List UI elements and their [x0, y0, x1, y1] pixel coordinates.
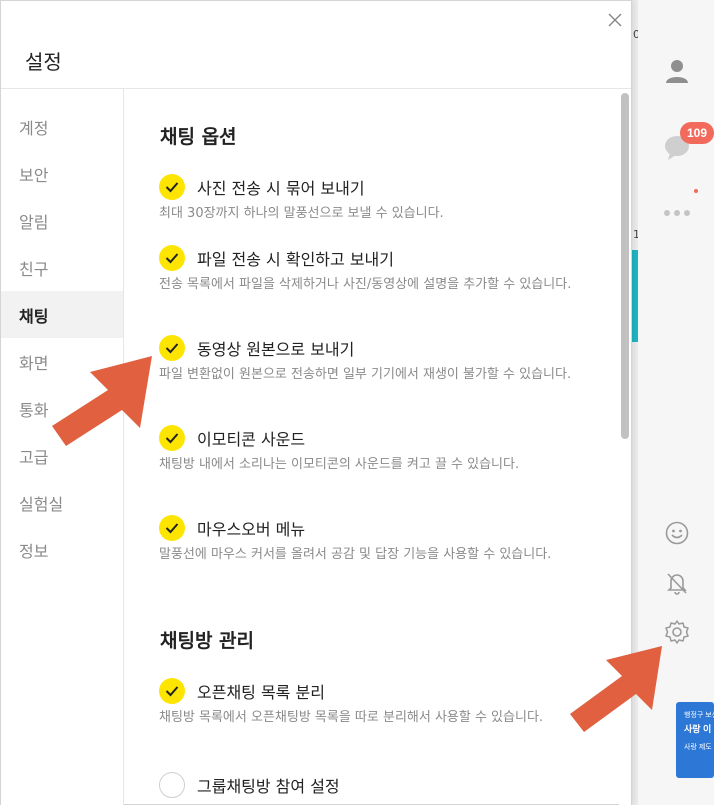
- sidebar-item-notifications[interactable]: 알림: [1, 197, 123, 244]
- sidebar-item-account[interactable]: 계정: [1, 103, 123, 150]
- option-mouseover-menu: 마우스오버 메뉴 말풍선에 마우스 커서를 올려서 공감 및 답장 기능을 사용…: [159, 514, 599, 563]
- checkmark-icon: [165, 253, 179, 264]
- ad-text: 사랑 제도 알: [684, 744, 714, 751]
- option-label: 파일 전송 시 확인하고 보내기: [197, 250, 394, 269]
- checkbox-photo-bundle[interactable]: [159, 174, 185, 200]
- option-file-confirm: 파일 전송 시 확인하고 보내기 전송 목록에서 파일을 삭제하거나 사진/동영…: [159, 244, 599, 293]
- checkmark-icon: [165, 686, 179, 697]
- checkmark-icon: [165, 343, 179, 354]
- option-label: 동영상 원본으로 보내기: [197, 340, 355, 359]
- checkbox-video-original[interactable]: [159, 335, 185, 361]
- checkmark-icon: [165, 182, 179, 193]
- option-description: 파일 변환없이 원본으로 전송하면 일부 기기에서 재생이 불가할 수 있습니다…: [159, 367, 572, 382]
- sidebar-item-info[interactable]: 정보: [1, 526, 123, 573]
- option-description: 전송 목록에서 파일을 삭제하거나 사진/동영상에 설명을 추가할 수 있습니다…: [159, 277, 572, 292]
- option-openchat-separate: 오픈채팅 목록 분리 채팅방 목록에서 오픈채팅방 목록을 따로 분리해서 사용…: [159, 677, 599, 726]
- bell-off-icon[interactable]: [662, 568, 692, 598]
- option-description: 채팅방 목록에서 오픈채팅방 목록을 따로 분리해서 사용할 수 있습니다.: [159, 710, 544, 725]
- sidebar-item-friends[interactable]: 친구: [1, 244, 123, 291]
- option-description: 말풍선에 마우스 커서를 올려서 공감 및 답장 기능을 사용할 수 있습니다.: [159, 547, 552, 562]
- annotation-arrow-chat-tab: [52, 356, 152, 446]
- ad-banner[interactable]: 행정구 보상 사랑 이 사랑 제도 알: [676, 702, 714, 778]
- option-photo-bundle: 사진 전송 시 묶어 보내기 최대 30장까지 하나의 말풍선으로 보낼 수 있…: [159, 173, 599, 222]
- option-label: 마우스오버 메뉴: [197, 520, 306, 539]
- checkbox-file-confirm[interactable]: [159, 245, 185, 271]
- sidebar-item-labs[interactable]: 실험실: [1, 479, 123, 526]
- checkmark-icon: [165, 523, 179, 534]
- section-title-chat-options: 채팅 옵션: [160, 126, 237, 148]
- close-icon: [608, 13, 622, 27]
- option-emoticon-sound: 이모티콘 사운드 채팅방 내에서 소리나는 이모티콘의 사운드를 켜고 끌 수 …: [159, 424, 599, 473]
- option-video-original: 동영상 원본으로 보내기 파일 변환없이 원본으로 전송하면 일부 기기에서 재…: [159, 334, 599, 383]
- option-description: 최대 30장까지 하나의 말풍선으로 보낼 수 있습니다.: [159, 206, 444, 221]
- person-icon[interactable]: [662, 56, 692, 86]
- option-label: 사진 전송 시 묶어 보내기: [197, 179, 365, 198]
- emoji-icon[interactable]: [662, 518, 692, 548]
- option-group-join: 그룹채팅방 참여 설정: [159, 771, 599, 799]
- more-icon[interactable]: [662, 198, 692, 228]
- sidebar-item-chat[interactable]: 채팅: [1, 291, 123, 338]
- checkbox-openchat-separate[interactable]: [159, 678, 185, 704]
- sidebar-item-security[interactable]: 보안: [1, 150, 123, 197]
- option-label: 오픈채팅 목록 분리: [197, 683, 325, 702]
- option-description: 채팅방 내에서 소리나는 이모티콘의 사운드를 켜고 끌 수 있습니다.: [159, 457, 520, 472]
- window-title: 설정: [25, 50, 62, 74]
- unread-badge: 109: [680, 122, 714, 144]
- checkbox-mouseover-menu[interactable]: [159, 515, 185, 541]
- checkmark-icon: [165, 433, 179, 444]
- annotation-arrow-settings-icon: [570, 646, 662, 732]
- ad-text: 행정구 보상: [684, 712, 714, 719]
- notification-dot: [694, 189, 698, 193]
- close-button[interactable]: [605, 10, 625, 30]
- checkbox-emoticon-sound[interactable]: [159, 425, 185, 451]
- section-title-chatroom-manage: 채팅방 관리: [160, 630, 255, 652]
- option-label: 이모티콘 사운드: [197, 430, 306, 449]
- ad-text: 사랑 이: [684, 724, 712, 734]
- checkbox-group-join[interactable]: [159, 772, 185, 798]
- scrollbar-thumb[interactable]: [621, 93, 629, 439]
- option-label: 그룹채팅방 참여 설정: [197, 777, 340, 796]
- settings-content: 채팅 옵션 사진 전송 시 묶어 보내기 최대 30장까지 하나의 말풍선으로 …: [125, 89, 619, 805]
